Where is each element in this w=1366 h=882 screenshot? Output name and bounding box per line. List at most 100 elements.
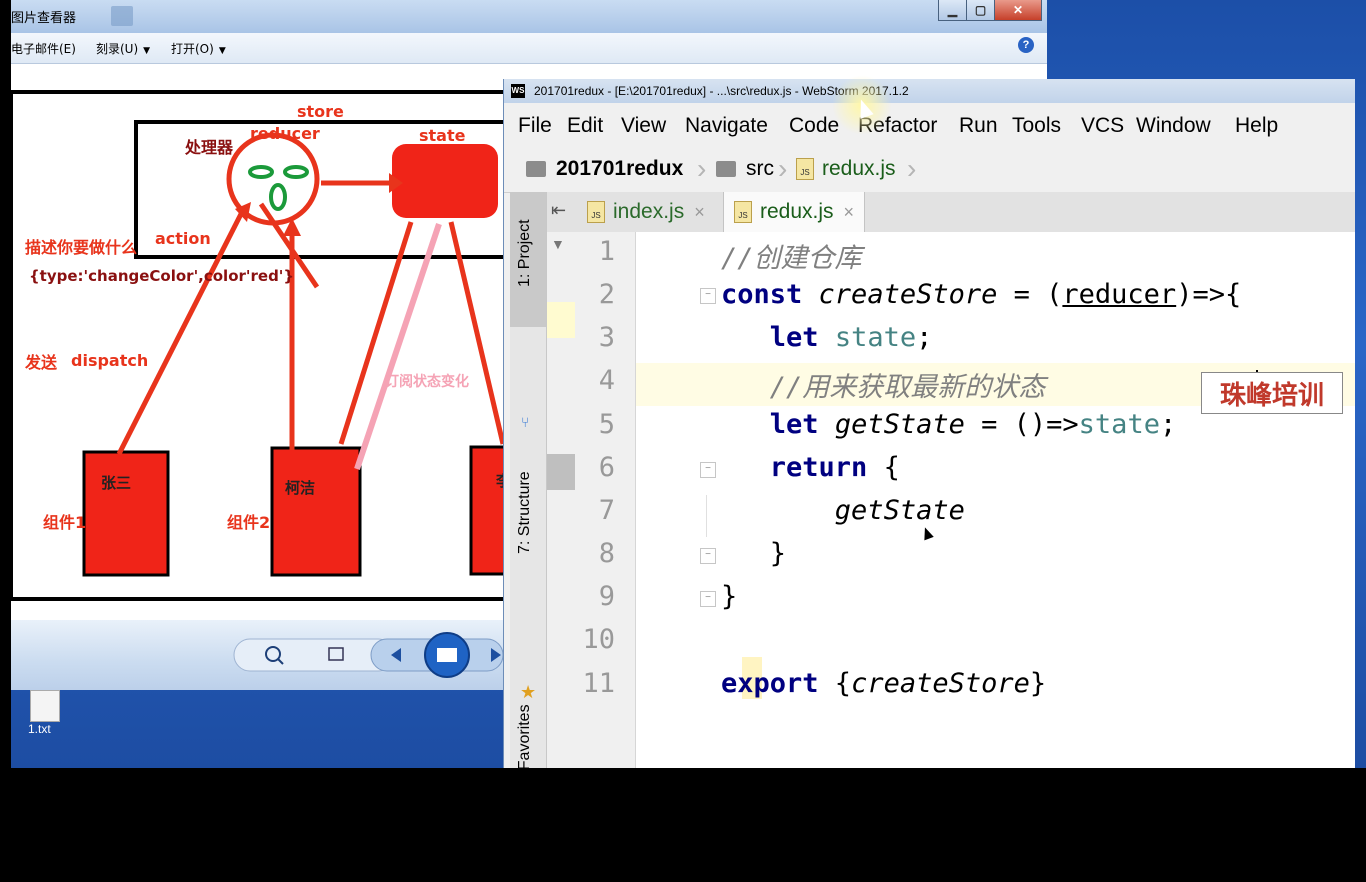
controls-pill xyxy=(233,638,395,672)
state-label: state xyxy=(419,126,466,145)
code-line-9: } xyxy=(721,581,738,612)
webstorm-logo-icon: WS xyxy=(511,84,525,98)
component2-block xyxy=(270,446,362,577)
tool-tab-npm[interactable]: npm xyxy=(516,851,534,882)
close-icon[interactable]: × xyxy=(694,202,705,223)
help-icon[interactable]: ? xyxy=(1018,37,1034,53)
code-line-7: getState xyxy=(834,495,965,526)
code-line-4: //用来获取最新的状态 xyxy=(769,372,1046,403)
chevron-right-icon: › xyxy=(907,153,917,184)
tool-tab-favorites[interactable]: 2: Favorites xyxy=(516,704,534,788)
line-number: 7 xyxy=(598,495,615,526)
chevron-right-icon: › xyxy=(778,153,788,184)
tab-navigation-icon[interactable]: ⇤ xyxy=(551,200,566,221)
tool-tab-project[interactable]: 1: Project xyxy=(516,219,534,287)
menu-help[interactable]: Help xyxy=(1235,114,1278,138)
menu-view[interactable]: View xyxy=(621,114,666,138)
line-number: 3 xyxy=(598,322,615,353)
text-file-icon xyxy=(30,690,60,722)
viewer-menubar: 电子邮件(E) 刻录(U) ▼ 打开(O) ▼ ? xyxy=(11,33,1047,64)
folder-icon xyxy=(716,161,736,177)
code-line-3: let state; xyxy=(769,322,933,353)
line-number: 4 xyxy=(598,365,615,396)
chevron-right-icon: › xyxy=(697,153,707,184)
menu-email[interactable]: 电子邮件(E) xyxy=(11,40,76,57)
webstorm-titlebar[interactable]: WS 201701redux - [E:\201701redux] - ...\… xyxy=(504,79,1355,103)
gutter-selection xyxy=(547,454,575,490)
subscribe-label: 订阅状态变化 xyxy=(385,374,469,390)
fold-marker-icon[interactable]: − xyxy=(700,548,716,564)
viewer-title: 图片查看器 xyxy=(11,11,77,26)
minimize-button[interactable]: ▁ xyxy=(938,0,967,21)
code-line-1: //创建仓库 xyxy=(721,243,862,274)
fold-marker-icon[interactable]: − xyxy=(700,462,716,478)
viewer-controls xyxy=(233,632,503,678)
screen-edge xyxy=(0,0,11,768)
tab-index-js[interactable]: JS index.js × xyxy=(587,192,705,232)
breadcrumb-project[interactable]: 201701redux xyxy=(526,157,683,181)
webstorm-window: WS 201701redux - [E:\201701redux] - ...\… xyxy=(503,79,1355,882)
editor-left-gutter: ▼ xyxy=(547,232,575,768)
line-number-gutter: 1 2 3 4 5 6 7 8 9 10 11 xyxy=(575,232,636,768)
code-line-8: } xyxy=(769,538,787,569)
js-file-icon: JS xyxy=(587,201,605,223)
viewer-titlebar[interactable]: 图片查看器 ▁ ▢ ✕ xyxy=(11,0,1047,33)
maximize-button[interactable]: ▢ xyxy=(966,0,995,21)
send-label: 发送 xyxy=(25,353,58,372)
dispatch-label: dispatch xyxy=(71,351,149,370)
component1-block xyxy=(82,450,170,577)
webstorm-menubar: File Edit View Navigate Code Refactor Ru… xyxy=(504,103,1355,145)
component1-name: 张三 xyxy=(101,474,132,492)
reducer-label: reducer xyxy=(250,124,320,143)
line-number: 8 xyxy=(598,538,615,569)
menu-code[interactable]: Code xyxy=(789,114,839,138)
star-icon: ★ xyxy=(520,682,537,702)
code-line-11: export {createStore} xyxy=(721,668,1047,699)
breadcrumb-src[interactable]: src xyxy=(716,157,774,181)
fold-marker-icon[interactable]: − xyxy=(700,288,716,304)
code-line-2: const createStore = (reducer)=>{ xyxy=(721,279,1242,310)
processor-label: 处理器 xyxy=(185,138,234,157)
component2-label: 组件2 xyxy=(227,513,271,532)
line-number: 2 xyxy=(598,279,615,310)
fold-marker-icon[interactable]: − xyxy=(700,591,716,607)
menu-window[interactable]: Window xyxy=(1136,114,1211,138)
component2-name: 柯洁 xyxy=(285,479,316,497)
menu-run[interactable]: Run xyxy=(959,114,998,138)
menu-burn[interactable]: 刻录(U) ▼ xyxy=(96,40,150,57)
action-label: action xyxy=(155,229,211,248)
line-number: 1 xyxy=(598,236,615,267)
menu-edit[interactable]: Edit xyxy=(567,114,603,138)
store-label: store xyxy=(297,102,344,121)
line-number: 5 xyxy=(598,409,615,440)
folder-icon xyxy=(526,161,546,177)
tool-tab-structure[interactable]: 7: Structure xyxy=(516,471,534,554)
breadcrumb-file[interactable]: JS redux.js xyxy=(796,157,896,181)
file-label: 1.txt xyxy=(28,722,51,736)
close-icon[interactable]: × xyxy=(844,202,855,223)
js-file-icon: JS xyxy=(734,201,752,223)
line-number: 10 xyxy=(582,624,615,655)
desktop-file[interactable]: 1.txt xyxy=(26,690,66,740)
gutter-highlight xyxy=(547,302,575,338)
chevron-down-icon: ▼ xyxy=(143,46,151,56)
describe-label: 描述你要做什么 xyxy=(25,238,138,257)
watermark-logo: 珠峰培训 xyxy=(1201,372,1343,414)
editor-tabs: ⇤ JS index.js × JS redux.js × xyxy=(547,192,1355,233)
tool-window-sidebar: 1: Project 7: Structure 2: Favorites npm… xyxy=(510,192,547,882)
menu-navigate[interactable]: Navigate xyxy=(685,114,768,138)
menu-vcs[interactable]: VCS xyxy=(1081,114,1124,138)
slideshow-icon xyxy=(437,648,457,662)
menu-tools[interactable]: Tools xyxy=(1012,114,1061,138)
collapse-arrow-icon[interactable]: ▼ xyxy=(551,236,565,252)
close-button[interactable]: ✕ xyxy=(994,0,1042,21)
code-editor[interactable]: − − − − //创建仓库 const createStore = (redu… xyxy=(636,232,1355,768)
line-number: 6 xyxy=(598,452,615,483)
line-number: 11 xyxy=(582,668,615,699)
indent-guide xyxy=(706,495,707,537)
code-line-5: let getState = ()=>state; xyxy=(769,409,1177,440)
menu-open[interactable]: 打开(O) ▼ xyxy=(171,40,226,57)
menu-file[interactable]: File xyxy=(518,114,552,138)
js-file-icon: JS xyxy=(796,158,814,180)
tab-redux-js[interactable]: JS redux.js × xyxy=(723,192,866,232)
